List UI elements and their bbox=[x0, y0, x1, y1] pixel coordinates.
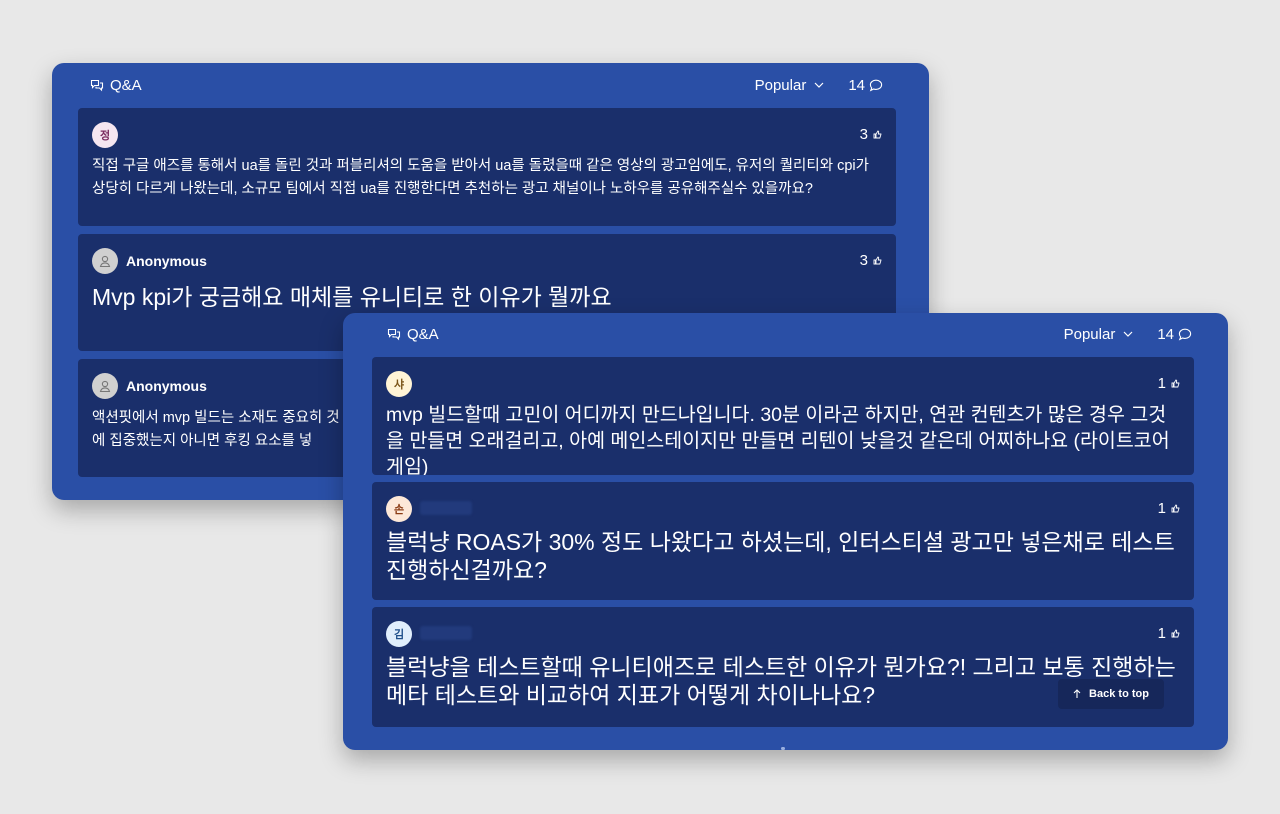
question-card[interactable]: 정 3 직접 구글 애즈를 통해서 ua를 돌린 것과 퍼블리셔의 도움을 받아… bbox=[78, 108, 896, 226]
question-text: 액션핏에서 mvp 빌드는 소재도 중요히 것에 집중했는지 아니면 후킹 요소… bbox=[92, 410, 340, 449]
user-silhouette-icon bbox=[98, 254, 112, 268]
panel-controls: Popular 14 bbox=[1064, 326, 1192, 343]
avatar bbox=[92, 373, 118, 399]
panel-title: Q&A bbox=[110, 76, 142, 94]
like-button[interactable]: 3 bbox=[860, 252, 882, 269]
panel-title-group: Q&A bbox=[90, 77, 142, 94]
like-count: 1 bbox=[1157, 625, 1166, 642]
avatar bbox=[92, 248, 118, 274]
chevron-down-icon bbox=[814, 82, 824, 88]
thumbs-up-icon bbox=[873, 130, 882, 139]
comment-bubble-icon bbox=[1178, 328, 1192, 341]
author-name: Anonymous bbox=[126, 378, 207, 394]
avatar: 손 bbox=[386, 496, 412, 522]
avatar: 샤 bbox=[386, 371, 412, 397]
question-card[interactable]: 샤 1 mvp 빌드할때 고민이 어디까지 만드나입니다. 30분 이라곤 하지… bbox=[372, 357, 1194, 475]
author-name-redacted bbox=[420, 501, 472, 515]
question-card[interactable]: 김 1 블럭냥을 테스트할때 유니티애즈로 테스트한 이유가 뭔가요?! 그리고… bbox=[372, 607, 1194, 727]
question-text: mvp 빌드할때 고민이 어디까지 만드나입니다. 30분 이라곤 하지만, 연… bbox=[386, 404, 1170, 475]
comment-count-value: 14 bbox=[1157, 325, 1174, 343]
avatar: 김 bbox=[386, 621, 412, 647]
like-button[interactable]: 1 bbox=[1158, 375, 1180, 392]
back-to-top-button[interactable]: Back to top bbox=[1058, 679, 1164, 709]
panel-header: Q&A Popular 14 bbox=[343, 313, 1228, 355]
panel-header: Q&A Popular 14 bbox=[52, 63, 929, 107]
chat-bubbles-icon bbox=[387, 328, 401, 341]
question-text: 직접 구글 애즈를 통해서 ua를 돌린 것과 퍼블리셔의 도움을 받아서 ua… bbox=[92, 158, 869, 197]
like-button[interactable]: 1 bbox=[1158, 500, 1180, 517]
like-count: 1 bbox=[1157, 500, 1166, 517]
thumbs-up-icon bbox=[873, 256, 882, 265]
chevron-down-icon bbox=[1123, 331, 1133, 337]
like-button[interactable]: 3 bbox=[860, 126, 882, 143]
sort-label: Popular bbox=[1063, 325, 1116, 343]
panel-title-group: Q&A bbox=[387, 326, 439, 343]
comment-count: 14 bbox=[1157, 326, 1192, 343]
sort-dropdown[interactable]: Popular bbox=[755, 77, 825, 94]
author-name-redacted bbox=[420, 626, 472, 640]
user-silhouette-icon bbox=[98, 379, 112, 393]
author-name: Anonymous bbox=[126, 253, 207, 269]
like-count: 3 bbox=[859, 126, 868, 143]
like-count: 3 bbox=[859, 252, 868, 269]
chat-bubbles-icon bbox=[90, 79, 104, 92]
arrow-up-icon bbox=[1073, 689, 1081, 699]
question-card[interactable]: 손 1 블럭냥 ROAS가 30% 정도 나왔다고 하셨는데, 인터스티셜 광고… bbox=[372, 482, 1194, 600]
comment-bubble-icon bbox=[869, 79, 883, 92]
back-to-top-label: Back to top bbox=[1089, 688, 1149, 700]
panel-controls: Popular 14 bbox=[755, 77, 883, 94]
thumbs-up-icon bbox=[1171, 504, 1180, 513]
scroll-indicator bbox=[781, 747, 785, 750]
thumbs-up-icon bbox=[1171, 629, 1180, 638]
question-text: 블럭냥 ROAS가 30% 정도 나왔다고 하셨는데, 인터스티셜 광고만 넣은… bbox=[386, 529, 1175, 583]
sort-dropdown[interactable]: Popular bbox=[1064, 326, 1134, 343]
panel-title: Q&A bbox=[407, 325, 439, 343]
comment-count: 14 bbox=[848, 77, 883, 94]
comment-count-value: 14 bbox=[848, 76, 865, 94]
thumbs-up-icon bbox=[1171, 379, 1180, 388]
like-count: 1 bbox=[1157, 375, 1166, 392]
avatar: 정 bbox=[92, 122, 118, 148]
like-button[interactable]: 1 bbox=[1158, 625, 1180, 642]
qa-panel-front: Q&A Popular 14 샤 1 mvp 빌드할때 고민이 어디까지 만드나… bbox=[343, 313, 1228, 750]
question-text: Mvp kpi가 궁금해요 매체를 유니티로 한 이유가 뭘까요 bbox=[92, 284, 612, 310]
sort-label: Popular bbox=[754, 76, 807, 94]
